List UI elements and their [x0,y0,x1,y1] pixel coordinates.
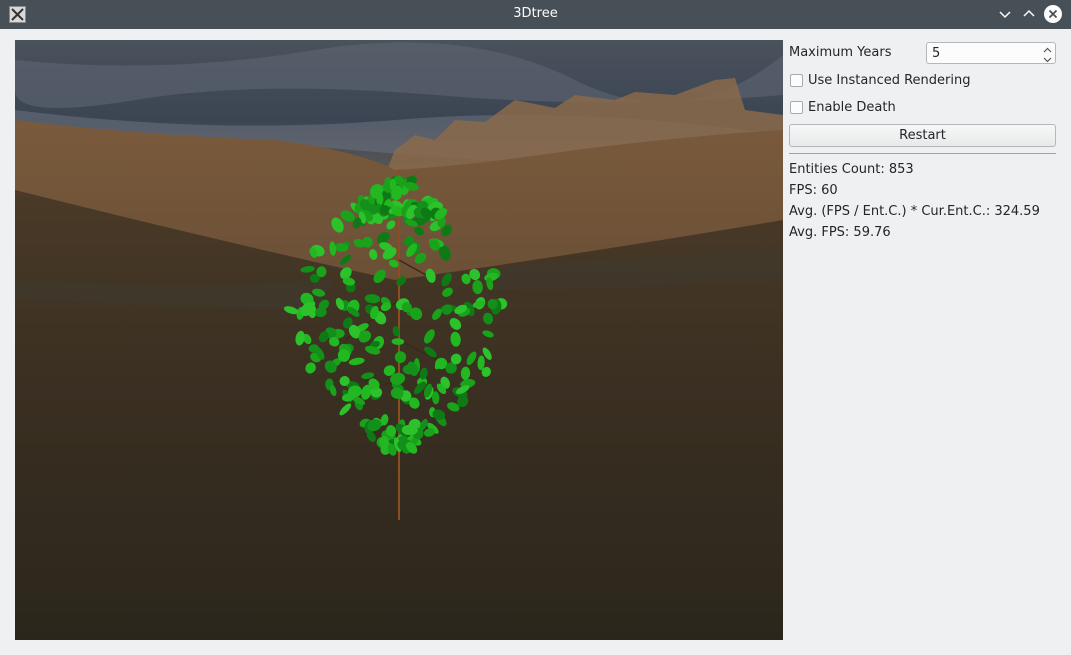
control-panel: Maximum Years 5 Use Instanced Rendering … [789,40,1056,280]
enable-death-checkbox[interactable] [790,101,803,114]
max-years-spinbox[interactable]: 5 [926,42,1056,64]
close-icon[interactable] [1043,4,1063,24]
max-years-value[interactable]: 5 [932,46,940,61]
avg-fps: Avg. FPS: 59.76 [789,225,891,240]
max-years-row: Maximum Years 5 [789,42,1056,64]
instanced-rendering-row[interactable]: Use Instanced Rendering [789,72,1056,90]
minimize-icon[interactable] [995,4,1015,24]
max-years-label: Maximum Years [789,45,892,60]
maximize-icon[interactable] [1019,4,1039,24]
spin-up-icon[interactable] [1041,44,1054,53]
instanced-rendering-label[interactable]: Use Instanced Rendering [808,73,970,88]
instanced-rendering-checkbox[interactable] [790,74,803,87]
window-title: 3Dtree [513,6,558,21]
title-bar: 3Dtree [0,0,1071,29]
tree-scene [15,40,783,640]
fps-readout: FPS: 60 [789,183,838,198]
enable-death-label[interactable]: Enable Death [808,100,896,115]
spin-down-icon[interactable] [1041,53,1054,63]
entities-count: Entities Count: 853 [789,162,914,177]
restart-button[interactable]: Restart [789,124,1056,147]
divider [789,153,1056,154]
enable-death-row[interactable]: Enable Death [789,99,1056,117]
fps-entity-ratio: Avg. (FPS / Ent.C.) * Cur.Ent.C.: 324.59 [789,204,1040,219]
3d-viewport[interactable] [15,40,783,640]
leaf [487,298,498,310]
